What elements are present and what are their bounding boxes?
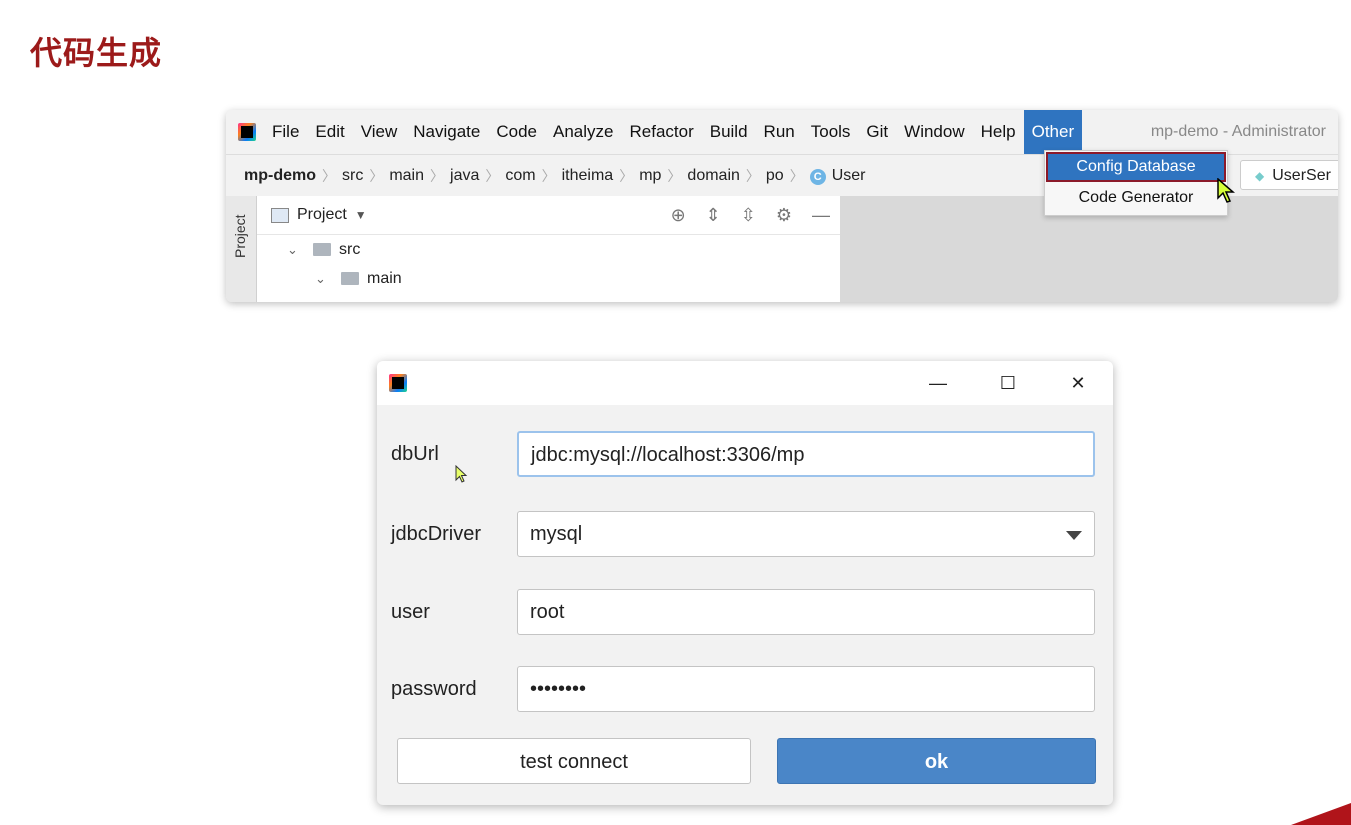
menu-file[interactable]: File — [264, 110, 307, 154]
jdbc-driver-value: mysql — [530, 523, 583, 545]
user-input[interactable]: root — [517, 589, 1095, 635]
hide-icon[interactable]: — — [812, 205, 830, 226]
chevron-down-icon[interactable]: ⌄ — [287, 235, 303, 264]
jdbc-driver-label: jdbcDriver — [391, 522, 482, 545]
breadcrumb-label: User — [831, 167, 866, 184]
breadcrumb-item[interactable]: java — [444, 167, 485, 185]
breadcrumb-item[interactable]: src — [336, 167, 369, 185]
chevron-down-icon[interactable]: ⌄ — [315, 264, 331, 293]
password-input[interactable]: •••••••• — [517, 666, 1095, 712]
tree-item[interactable]: ⌄ src — [257, 235, 840, 264]
class-icon: C — [809, 169, 826, 185]
breadcrumb-item[interactable]: domain — [681, 167, 745, 185]
menu-other[interactable]: Other — [1023, 110, 1083, 154]
breadcrumb-item-user[interactable]: C User — [804, 167, 872, 185]
dialog-titlebar: — ☐ ✕ — [377, 361, 1113, 405]
menu-tools[interactable]: Tools — [803, 110, 859, 154]
folder-icon — [341, 272, 359, 285]
menu-bar: File Edit View Navigate Code Analyze Ref… — [226, 110, 1338, 154]
breadcrumb-item[interactable]: mp-demo — [226, 167, 322, 185]
ok-button[interactable]: ok — [777, 738, 1096, 784]
folder-icon — [313, 243, 331, 256]
expand-all-icon[interactable]: ⇕ — [706, 205, 721, 226]
project-panel-title[interactable]: Project — [297, 206, 347, 224]
tree-item-label: main — [367, 270, 402, 287]
menu-refactor[interactable]: Refactor — [621, 110, 701, 154]
breadcrumb-item[interactable]: main — [383, 167, 430, 185]
menu-git[interactable]: Git — [858, 110, 896, 154]
dburl-label: dbUrl — [391, 442, 439, 465]
project-view-icon — [271, 207, 289, 223]
menu-help[interactable]: Help — [973, 110, 1024, 154]
dburl-input[interactable]: jdbc:mysql://localhost:3306/mp — [517, 431, 1095, 477]
dburl-row: dbUrl jdbc:mysql://localhost:3306/mp — [391, 431, 1095, 477]
user-row: user root — [391, 589, 1095, 635]
minimize-icon[interactable]: — — [903, 373, 973, 394]
driver-row: jdbcDriver mysql — [391, 511, 1095, 557]
config-database-dialog: — ☐ ✕ dbUrl jdbc:mysql://localhost:3306/… — [377, 361, 1113, 805]
test-connect-button[interactable]: test connect — [397, 738, 751, 784]
breadcrumb-item[interactable]: com — [499, 167, 541, 185]
chevron-down-icon[interactable]: ▼ — [355, 208, 367, 222]
user-label: user — [391, 600, 430, 623]
breadcrumb-item[interactable]: itheima — [556, 167, 620, 185]
project-panel: Project ▼ ⊕ ⇕ ⇳ ⚙ — ⌄ src ⌄ main — [257, 196, 840, 302]
window-title: mp-demo - Administrator — [1150, 123, 1326, 140]
password-label: password — [391, 677, 477, 700]
menu-run[interactable]: Run — [756, 110, 803, 154]
interface-icon: ◆ — [1255, 169, 1265, 183]
slide-title: 代码生成 — [30, 34, 163, 72]
breadcrumb-item[interactable]: mp — [633, 167, 667, 185]
close-icon[interactable]: ✕ — [1043, 373, 1113, 394]
gear-icon[interactable]: ⚙ — [776, 205, 792, 226]
project-tool-label[interactable]: Project — [232, 214, 248, 258]
slide-corner-decoration — [1291, 803, 1351, 825]
other-menu-dropdown: Config Database Code Generator — [1044, 150, 1228, 216]
tree-item[interactable]: ⌄ main — [257, 264, 840, 293]
tree-item-label: src — [339, 241, 361, 258]
menu-window[interactable]: Window — [896, 110, 972, 154]
editor-tab[interactable]: ◆ UserSer — [1240, 160, 1338, 190]
locate-icon[interactable]: ⊕ — [671, 205, 686, 226]
menu-view[interactable]: View — [353, 110, 406, 154]
menu-navigate[interactable]: Navigate — [405, 110, 488, 154]
menu-analyze[interactable]: Analyze — [545, 110, 621, 154]
intellij-logo-icon — [389, 374, 407, 392]
menu-item-config-database[interactable]: Config Database — [1046, 152, 1226, 182]
editor-tab-label: UserSer — [1272, 167, 1331, 184]
menu-code[interactable]: Code — [488, 110, 545, 154]
menu-build[interactable]: Build — [702, 110, 756, 154]
collapse-all-icon[interactable]: ⇳ — [741, 205, 756, 226]
menu-edit[interactable]: Edit — [307, 110, 352, 154]
intellij-logo-icon — [238, 123, 256, 141]
breadcrumb-item[interactable]: po — [760, 167, 790, 185]
password-row: password •••••••• — [391, 666, 1095, 712]
maximize-icon[interactable]: ☐ — [973, 373, 1043, 394]
jdbc-driver-select[interactable]: mysql — [517, 511, 1095, 557]
chevron-down-icon[interactable] — [1066, 531, 1082, 540]
project-panel-header: Project ▼ ⊕ ⇕ ⇳ ⚙ — — [257, 196, 840, 235]
menu-item-code-generator[interactable]: Code Generator — [1045, 183, 1227, 213]
